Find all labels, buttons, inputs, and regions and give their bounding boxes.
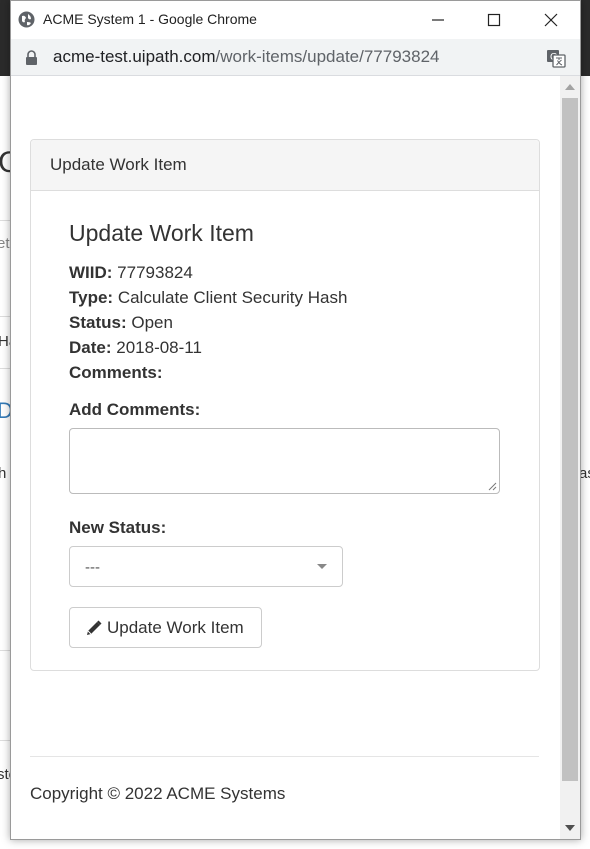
panel-heading: Update Work Item: [31, 140, 539, 191]
address-bar[interactable]: acme-test.uipath.com/work-items/update/7…: [11, 39, 580, 76]
resize-grip-icon[interactable]: [488, 482, 497, 491]
window-title: ACME System 1 - Google Chrome: [43, 11, 257, 27]
scroll-down-arrow-icon[interactable]: [565, 825, 575, 831]
update-panel: Update Work Item Update Work Item WIID: …: [30, 139, 540, 671]
footer-divider: [30, 756, 539, 757]
background-divider: [0, 650, 10, 651]
pencil-icon: [87, 620, 102, 635]
background-divider: [0, 740, 10, 741]
url-host: acme-test.uipath.com: [53, 47, 216, 66]
maximize-icon: [487, 13, 501, 27]
info-value: 77793824: [117, 263, 193, 282]
url-text[interactable]: acme-test.uipath.com/work-items/update/7…: [53, 47, 440, 67]
background-divider: [0, 220, 10, 221]
scroll-up-arrow-icon[interactable]: [565, 84, 575, 90]
scrollbar-thumb[interactable]: [562, 98, 578, 781]
background-divider: [0, 316, 10, 317]
info-label: Date:: [69, 338, 112, 357]
vertical-scrollbar[interactable]: [560, 76, 580, 839]
translate-icon[interactable]: G: [546, 48, 566, 68]
add-comments-textarea[interactable]: [69, 428, 500, 494]
new-status-select[interactable]: ---: [69, 546, 343, 587]
panel-heading-title: Update Work Item: [50, 155, 187, 174]
url-path: /work-items/update/77793824: [215, 47, 440, 66]
info-label: WIID:: [69, 263, 113, 282]
title-bar[interactable]: ACME System 1 - Google Chrome: [11, 1, 580, 39]
info-row-status: Status: Open: [69, 313, 173, 333]
info-label: Status:: [69, 313, 127, 332]
update-work-item-button[interactable]: Update Work Item: [69, 607, 262, 648]
caret-down-icon: [317, 564, 327, 569]
close-icon: [544, 13, 558, 27]
info-value: Open: [131, 313, 173, 332]
form-title: Update Work Item: [69, 220, 254, 246]
footer-copyright: Copyright © 2022 ACME Systems: [30, 784, 286, 803]
browser-popup-window: ACME System 1 - Google Chrome acme-test.…: [10, 0, 581, 840]
info-label: Comments:: [69, 363, 163, 382]
info-label: Type:: [69, 288, 114, 307]
info-value: 2018-08-11: [116, 338, 202, 357]
new-status-selected-value: ---: [85, 559, 100, 576]
lock-icon: [26, 50, 37, 65]
new-status-label: New Status:: [69, 518, 167, 537]
globe-icon: [18, 11, 35, 28]
info-row-type: Type: Calculate Client Security Hash: [69, 288, 347, 308]
background-fragment: et: [0, 235, 10, 252]
info-row-wiid: WIID: 77793824: [69, 263, 193, 283]
info-row-comments: Comments:: [69, 363, 163, 383]
close-button[interactable]: [528, 5, 574, 35]
minimize-icon: [432, 19, 444, 21]
maximize-button[interactable]: [471, 5, 517, 35]
page-viewport: Update Work Item Update Work Item WIID: …: [11, 76, 580, 839]
background-divider: [0, 368, 10, 369]
minimize-button[interactable]: [415, 5, 461, 35]
info-value: Calculate Client Security Hash: [117, 288, 348, 307]
add-comments-label: Add Comments:: [69, 400, 201, 419]
background-fragment: h: [0, 465, 7, 482]
update-button-label: Update Work Item: [107, 618, 244, 637]
info-row-date: Date: 2018-08-11: [69, 338, 202, 358]
